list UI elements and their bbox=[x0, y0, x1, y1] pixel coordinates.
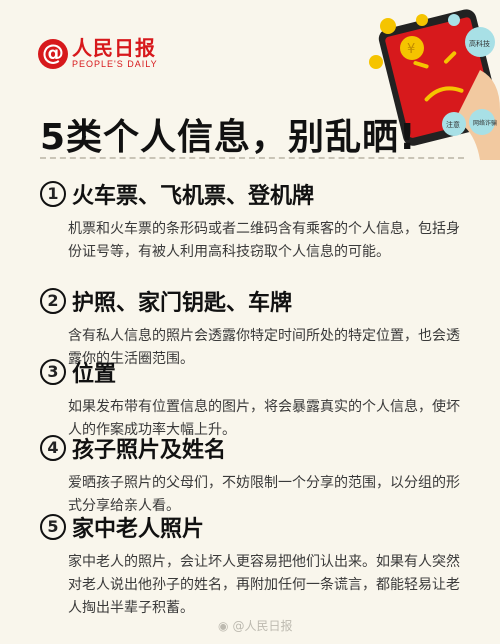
section-title-5: 家中老人照片 bbox=[72, 517, 205, 542]
section-title-3: 位置 bbox=[72, 362, 117, 387]
tag-right-top-text: 网络诈骗 bbox=[473, 119, 497, 127]
section-title-4: 孩子照片及姓名 bbox=[72, 438, 227, 463]
info-section-3: 3 位置 如果发布带有位置信息的图片，将会暴露真实的个人信息，使坏人的作案成功率… bbox=[40, 356, 470, 442]
section-number-1: 1 bbox=[40, 181, 66, 207]
weibo-icon: ◉ bbox=[218, 618, 229, 633]
info-section-5: 5 家中老人照片 家中老人的照片，会让坏人更容易把他们认出来。如果有人突然对老人… bbox=[40, 511, 470, 620]
watermark-text: @人民日报 bbox=[232, 619, 293, 633]
section-title-1: 火车票、飞机票、登机牌 bbox=[72, 184, 315, 209]
info-section-1: 1 火车票、飞机票、登机牌 机票和火车票的条形码或者二维码含有乘客的个人信息，包… bbox=[40, 178, 470, 264]
section-number-4: 4 bbox=[40, 435, 66, 461]
section-number-3: 3 bbox=[40, 359, 66, 385]
people-daily-mark-icon: @ bbox=[38, 38, 68, 69]
coin-symbol: ¥ bbox=[407, 42, 415, 57]
section-number-2: 2 bbox=[40, 288, 66, 314]
brand-logo: @ 人民日报 PEOPLE'S DAILY bbox=[38, 38, 158, 69]
section-title-2: 护照、家门钥匙、车牌 bbox=[72, 291, 293, 316]
brand-name-en: PEOPLE'S DAILY bbox=[72, 59, 158, 69]
section-number-5: 5 bbox=[40, 514, 66, 540]
bubble-right-text: 高科技 bbox=[469, 39, 490, 48]
section-body-1: 机票和火车票的条形码或者二维码含有乘客的个人信息，包括身份证号等，有被人利用高科… bbox=[68, 221, 460, 260]
dashed-divider bbox=[40, 157, 464, 159]
info-section-4: 4 孩子照片及姓名 爱晒孩子照片的父母们，不妨限制一个分享的范围，以分组的形式分… bbox=[40, 432, 470, 518]
section-body-5: 家中老人的照片，会让坏人更容易把他们认出来。如果有人突然对老人说出他孙子的姓名，… bbox=[68, 554, 460, 616]
weibo-watermark: ◉ @人民日报 bbox=[218, 617, 293, 634]
brand-name-cn: 人民日报 bbox=[72, 36, 156, 60]
tag-mid-text: 注意 bbox=[446, 120, 460, 129]
page-headline: 5类个人信息，别乱晒! bbox=[40, 117, 417, 158]
